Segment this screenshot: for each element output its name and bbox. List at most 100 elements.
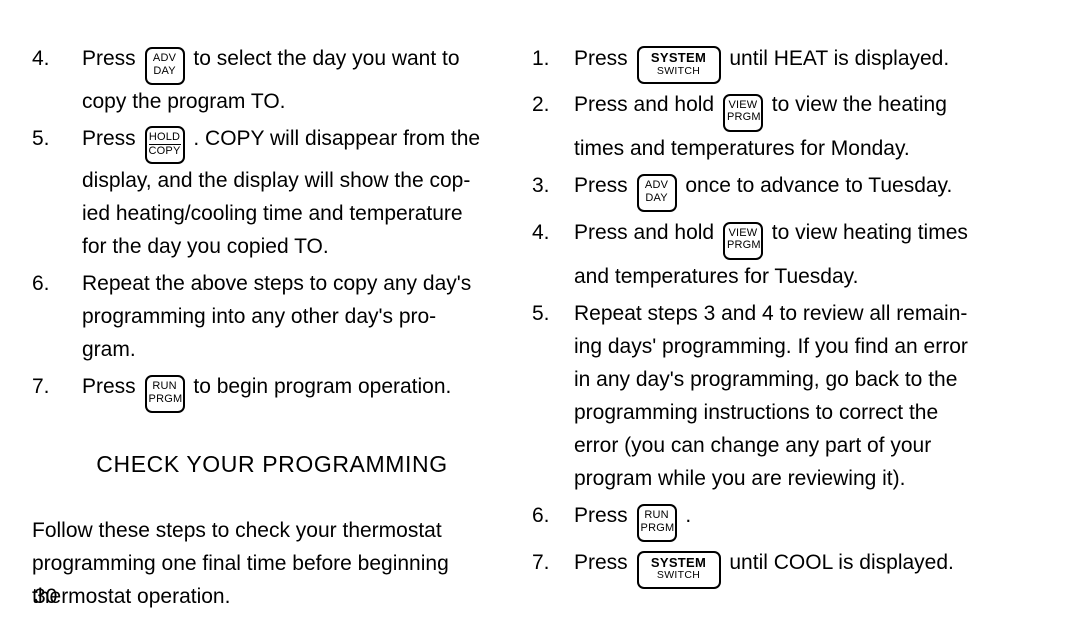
section-paragraph: Follow these steps to check your thermos… (32, 514, 512, 613)
list-item: 2. Press and hold VIEW PRGM to view the … (532, 88, 1032, 164)
list-item-body: Repeat steps 3 and 4 to review all remai… (574, 297, 1032, 495)
list-item-body: Press SYSTEM SWITCH until COOL is displa… (574, 546, 1032, 589)
right-column: 1. Press SYSTEM SWITCH until HEAT is dis… (532, 42, 1032, 593)
text-run: programming into any other day's pro- (82, 304, 437, 328)
view-prgm-key-icon: VIEW PRGM (722, 221, 763, 260)
key-line-2: DAY (153, 65, 176, 77)
key-line-1: VIEW (728, 226, 758, 239)
list-item: 7. Press RUN PRGM to begin program opera… (32, 370, 512, 414)
text-run: Repeat steps 3 and 4 to review all remai… (574, 301, 968, 325)
text-run: thermostat operation. (32, 585, 231, 609)
list-item-body: Press and hold VIEW PRGM to view the hea… (574, 88, 1032, 164)
text-run: to select the day you want to (193, 47, 460, 70)
text-run: error (you can change any part of your (574, 433, 932, 457)
text-run: Press (574, 551, 628, 575)
list-item-body: Press HOLD COPY . COPY will disappear fr… (82, 122, 512, 262)
key-line-1: RUN (152, 380, 177, 393)
list-item-number: 2. (532, 93, 550, 117)
text-run: to begin program operation. (193, 374, 452, 398)
text-run: in any day's programming, go back to the (574, 367, 958, 391)
key-line-1: ADV (152, 52, 177, 65)
list-item: 4. Press ADV DAY to select the day you w… (32, 42, 512, 118)
text-run: Press and hold (574, 221, 715, 245)
list-item-number: 7. (532, 551, 550, 575)
hold-copy-key-icon: HOLD COPY (144, 125, 185, 164)
text-run: . COPY will disappear from the (193, 127, 481, 151)
list-item: 6. Repeat the above steps to copy any da… (32, 267, 512, 366)
key-line-1: VIEW (728, 98, 758, 111)
key-line-2: PRGM (640, 521, 675, 534)
adv-day-key-icon: ADV DAY (636, 174, 677, 213)
key-line-2: DAY (645, 191, 668, 204)
key-line-2: PRGM (726, 239, 761, 252)
list-item-number: 4. (532, 221, 550, 245)
list-item-number: 5. (32, 127, 50, 151)
list-item-body: Press RUN PRGM to begin program operatio… (82, 370, 512, 414)
left-column: 4. Press ADV DAY to select the day you w… (32, 42, 512, 613)
run-prgm-key-icon: RUN PRGM (144, 375, 185, 414)
key-line-1: HOLD (148, 131, 181, 146)
text-run: to view heating times (771, 221, 968, 245)
text-run: Press (574, 503, 628, 527)
key-line-1: SYSTEM (650, 554, 707, 570)
section-heading: CHECK YOUR PROGRAMMING (96, 451, 448, 478)
text-run: Repeat the above steps to copy any day's (82, 271, 472, 295)
page-number: 30 (34, 585, 58, 608)
text-run: until COOL is displayed. (729, 551, 954, 575)
list-item: 1. Press SYSTEM SWITCH until HEAT is dis… (532, 42, 1032, 85)
list-item-number: 5. (532, 301, 550, 325)
key-line-2: PRGM (726, 111, 761, 124)
manual-page: 4. Press ADV DAY to select the day you w… (0, 0, 1080, 623)
key-line-2: SWITCH (656, 569, 701, 582)
list-item-body: Press and hold VIEW PRGM to view heating… (574, 216, 1032, 292)
list-item-number: 6. (532, 503, 550, 527)
text-run: times and temperatures for Monday. (574, 136, 910, 160)
list-item-body: Press ADV DAY once to advance to Tuesday… (574, 169, 1032, 213)
list-item-body: Repeat the above steps to copy any day's… (82, 267, 512, 366)
list-item-number: 3. (532, 173, 550, 197)
key-line-1: RUN (644, 509, 669, 522)
text-run: ing days' programming. If you find an er… (574, 334, 968, 358)
text-run: programming one final time before beginn… (32, 552, 449, 576)
key-line-2: PRGM (148, 392, 183, 405)
text-run: display, and the display will show the c… (82, 168, 471, 192)
system-switch-key-icon: SYSTEM SWITCH (636, 550, 721, 589)
list-item: 5. Press HOLD COPY . COPY will disappear… (32, 122, 512, 262)
text-run: Press (82, 127, 136, 151)
text-run: for the day you copied TO. (82, 234, 329, 258)
list-item: 5. Repeat steps 3 and 4 to review all re… (532, 297, 1032, 495)
key-line-2: COPY (148, 145, 181, 158)
text-run: program while you are reviewing it). (574, 466, 906, 490)
adv-day-key-icon: ADV DAY (144, 47, 185, 86)
list-item: 6. Press RUN PRGM . (532, 499, 1032, 543)
list-item-number: 4. (32, 47, 50, 70)
text-run: Press (574, 47, 628, 70)
key-line-1: SYSTEM (650, 50, 707, 66)
key-line-1: ADV (644, 179, 669, 192)
key-line-2: SWITCH (656, 65, 701, 77)
text-run: Follow these steps to check your thermos… (32, 519, 442, 543)
list-item-body: Press SYSTEM SWITCH until HEAT is displa… (574, 42, 1032, 85)
text-run: Press (82, 47, 136, 70)
text-run: programming instructions to correct the (574, 400, 939, 424)
text-run: copy the program TO. (82, 90, 286, 114)
list-item-number: 7. (32, 374, 50, 398)
list-item-number: 6. (32, 271, 50, 295)
list-item: 3. Press ADV DAY once to advance to Tues… (532, 169, 1032, 213)
list-item-number: 1. (532, 47, 550, 70)
list-item-body: Press ADV DAY to select the day you want… (82, 42, 512, 118)
list-item: 7. Press SYSTEM SWITCH until COOL is dis… (532, 546, 1032, 589)
system-switch-key-icon: SYSTEM SWITCH (636, 46, 721, 85)
text-run: and temperatures for Tuesday. (574, 264, 859, 288)
view-prgm-key-icon: VIEW PRGM (722, 93, 763, 132)
text-run: . (685, 503, 692, 527)
text-run: Press (82, 374, 136, 398)
text-run: to view the heating (771, 93, 947, 117)
text-run: ied heating/cooling time and temperature (82, 201, 463, 225)
text-run: gram. (82, 337, 136, 361)
text-run: Press (574, 173, 628, 197)
text-run: until HEAT is displayed. (729, 47, 950, 70)
run-prgm-key-icon: RUN PRGM (636, 504, 677, 543)
text-run: once to advance to Tuesday. (685, 173, 953, 197)
list-item-body: Press RUN PRGM . (574, 499, 1032, 543)
